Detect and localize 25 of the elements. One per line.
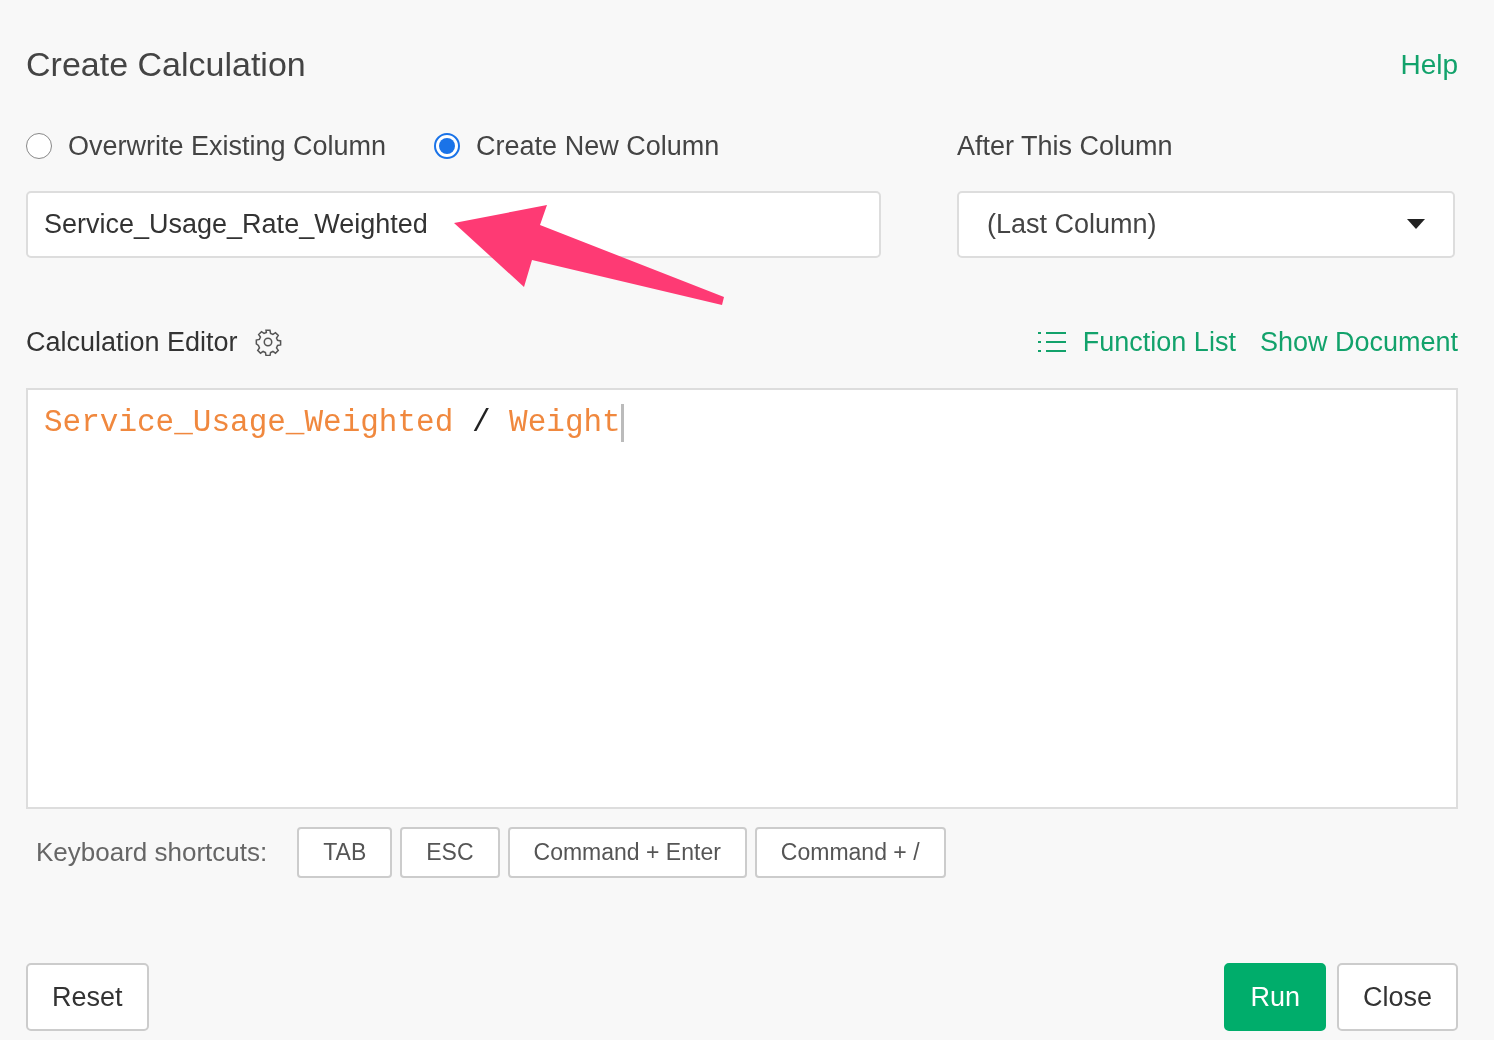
shortcut-key[interactable]: TAB [297,827,393,878]
shortcuts-label: Keyboard shortcuts: [36,835,268,869]
settings-icon[interactable] [253,327,282,356]
shortcut-key[interactable]: ESC [400,827,500,878]
radio-option[interactable]: Create New Column [434,126,720,167]
operator-token: / [471,405,491,440]
dropdown-value: (Last Column) [987,207,1157,241]
column-dropdown[interactable]: (Last Column) [957,190,1455,258]
column-token: Service_Usage_Weighted [44,405,454,440]
column-token: Weight [509,405,621,440]
shortcut-key[interactable]: Command + Enter [507,827,747,878]
caret-icon [1407,219,1425,229]
code-editor[interactable]: Service_Usage_Weighted / Weight [26,388,1458,809]
radio-button[interactable] [26,133,52,160]
dialog-title: Create Calculation [26,44,306,85]
editor-label: Calculation Editor [26,325,238,359]
dialog-button[interactable]: Reset [26,962,149,1031]
dialog-button[interactable]: Close [1336,962,1458,1031]
radio-option[interactable]: Overwrite Existing Column [26,126,387,167]
radio-button[interactable] [434,133,461,160]
field-label: After This Column [957,130,1174,163]
shortcut-key[interactable]: Command + / [754,827,946,878]
text-cursor [620,403,624,442]
list-icon[interactable] [1036,329,1067,354]
column-name-field[interactable]: Service_Usage_Rate_Weighted [26,190,881,258]
